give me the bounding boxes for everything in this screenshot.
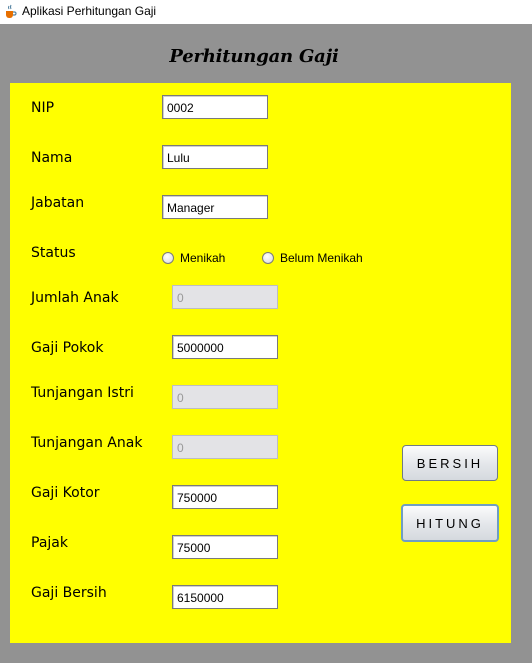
tunjangan-istri-label: Tunjangan Istri (31, 385, 134, 401)
jumlah-anak-label: Jumlah Anak (31, 290, 119, 306)
title-bar: Aplikasi Perhitungan Gaji (0, 0, 532, 25)
hitung-button[interactable]: HITUNG (401, 504, 499, 542)
pajak-label: Pajak (31, 535, 68, 551)
gaji-bersih-field[interactable]: 6150000 (172, 585, 278, 609)
nip-field[interactable]: 0002 (162, 95, 268, 119)
tunjangan-anak-field[interactable]: 0 (172, 435, 278, 459)
status-label: Status (31, 245, 76, 261)
tunjangan-anak-label: Tunjangan Anak (31, 435, 143, 451)
gaji-pokok-label: Gaji Pokok (31, 340, 104, 356)
nip-label: NIP (31, 100, 55, 116)
status-belum-menikah-label: Belum Menikah (280, 251, 363, 265)
bersih-button[interactable]: BERSIH (402, 445, 498, 481)
nama-field[interactable]: Lulu (162, 145, 268, 169)
gaji-kotor-label: Gaji Kotor (31, 485, 100, 501)
radio-circle-icon (162, 252, 174, 264)
jabatan-label: Jabatan (31, 195, 85, 211)
status-menikah-radio[interactable]: Menikah (162, 251, 225, 265)
jumlah-anak-field[interactable]: 0 (172, 285, 278, 309)
nama-label: Nama (31, 150, 73, 166)
pajak-field[interactable]: 75000 (172, 535, 278, 559)
jabatan-field[interactable]: Manager (162, 195, 268, 219)
window-title: Aplikasi Perhitungan Gaji (22, 4, 157, 18)
gaji-kotor-field[interactable]: 750000 (172, 485, 278, 509)
page-title: Perhitungan Gaji (169, 46, 339, 67)
gaji-bersih-label: Gaji Bersih (31, 585, 107, 601)
gaji-pokok-field[interactable]: 5000000 (172, 335, 278, 359)
radio-circle-icon (262, 252, 274, 264)
java-cup-icon (6, 4, 17, 18)
status-belum-menikah-radio[interactable]: Belum Menikah (262, 251, 363, 265)
status-menikah-label: Menikah (180, 251, 226, 265)
tunjangan-istri-field[interactable]: 0 (172, 385, 278, 409)
